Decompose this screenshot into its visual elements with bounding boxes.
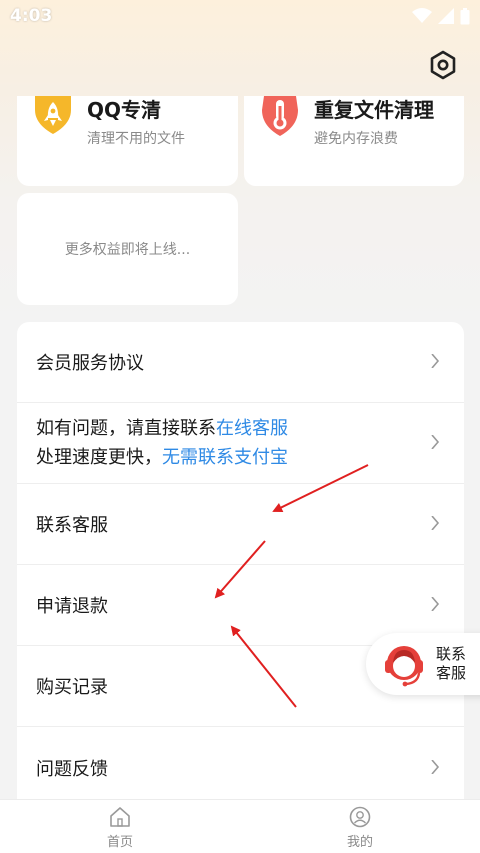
status-time: 4:03 [10,6,53,26]
no-alipay-link[interactable]: 无需联系支付宝 [162,447,288,468]
signal-icon [438,8,454,24]
menu-item-label: 申请退款 [36,596,108,617]
feature-card-duplicate-clean[interactable]: 重复文件清理 避免内存浪费 [244,96,464,186]
floating-service-button[interactable]: 联系客服 [366,633,480,695]
home-icon [110,807,130,827]
status-icons [412,7,470,25]
user-icon [349,806,371,828]
feature-subtitle: 避免内存浪费 [314,131,398,147]
menu-item-feedback[interactable]: 问题反馈 [17,727,464,808]
menu-item-label: 购买记录 [36,677,108,698]
help-text: 处理速度更快， [36,447,162,468]
chevron-right-icon [431,435,440,449]
feature-subtitle: 清理不用的文件 [87,131,185,147]
status-bar: 4:03 [0,0,480,32]
feature-title: 重复文件清理 [314,98,434,122]
online-service-link[interactable]: 在线客服 [216,418,288,439]
thermometer-icon [262,96,298,136]
nav-home-label: 首页 [106,835,133,850]
battery-icon [460,7,470,24]
more-benefits-card: 更多权益即将上线... [17,193,238,305]
help-line-1: 如有问题，请直接联系在线客服 [36,414,288,443]
wifi-icon [412,8,432,23]
menu-item-label: 联系客服 [36,515,108,536]
customer-service-icon [385,646,423,687]
feature-card-qq-clean[interactable]: QQ专清 清理不用的文件 [17,96,238,186]
chevron-right-icon [431,354,440,368]
chevron-right-icon [431,597,440,611]
help-line-2: 处理速度更快，无需联系支付宝 [36,443,288,472]
help-text: 如有问题，请直接联系 [36,418,216,439]
menu-item-label: 问题反馈 [36,758,108,780]
rocket-icon [35,96,71,134]
settings-button[interactable] [424,46,462,84]
feature-title: QQ专清 [87,98,162,122]
gear-icon [430,50,456,80]
nav-mine-label: 我的 [346,835,373,850]
menu-item-help[interactable]: 如有问题，请直接联系在线客服 处理速度更快，无需联系支付宝 [17,403,464,484]
chevron-right-icon [431,516,440,530]
nav-home[interactable]: 首页 [80,806,160,852]
bottom-nav: 首页 我的 [0,799,480,853]
menu-item-label: 会员服务协议 [36,353,144,374]
menu-item-agreement[interactable]: 会员服务协议 [17,322,464,403]
floating-service-label: 联系客服 [436,645,467,682]
menu-list: 会员服务协议 如有问题，请直接联系在线客服 处理速度更快，无需联系支付宝 联系客… [17,322,464,822]
more-benefits-text: 更多权益即将上线... [64,242,191,258]
chevron-right-icon [431,759,440,774]
nav-mine[interactable]: 我的 [320,806,400,852]
menu-item-contact[interactable]: 联系客服 [17,484,464,565]
